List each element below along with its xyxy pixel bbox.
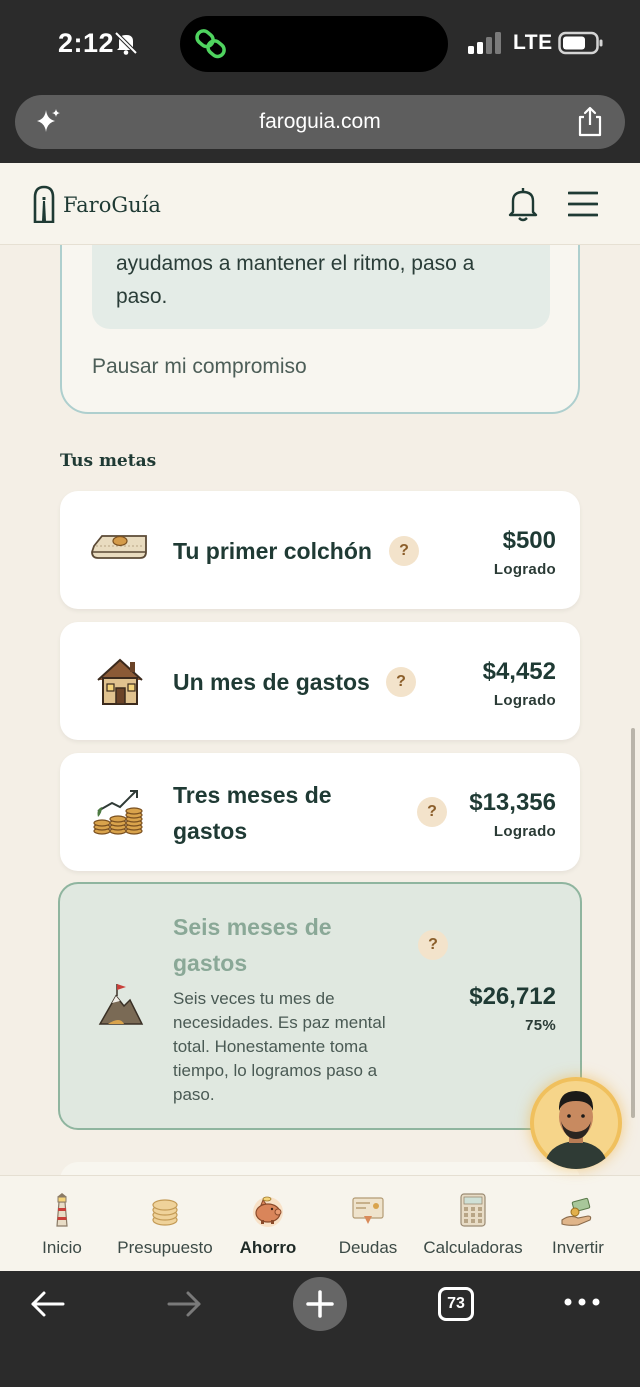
nav-label: Inicio bbox=[42, 1238, 82, 1257]
nav-item-deudas[interactable]: Deudas bbox=[328, 1176, 408, 1272]
dynamic-island bbox=[180, 16, 448, 72]
goal-status: Logrado bbox=[493, 823, 556, 840]
url-text[interactable]: faroguia.com bbox=[15, 110, 625, 134]
coins-stack-icon bbox=[152, 1199, 178, 1226]
nav-item-inicio[interactable]: Inicio bbox=[22, 1176, 102, 1272]
assistant-avatar[interactable] bbox=[530, 1077, 622, 1169]
plus-icon bbox=[306, 1290, 334, 1318]
mattress-icon bbox=[91, 535, 147, 559]
pause-commitment-button[interactable]: Pausar mi compromiso bbox=[92, 355, 307, 379]
signal-icon bbox=[468, 32, 501, 54]
commitment-note-text: ayudamos a mantener el ritmo, paso a pas… bbox=[116, 252, 475, 308]
house-icon bbox=[97, 658, 143, 705]
nav-label: Deudas bbox=[338, 1238, 398, 1257]
bottom-navigation: Inicio Presupuesto Ahorro Deudas Calcula… bbox=[0, 1175, 640, 1271]
new-tab-button[interactable] bbox=[293, 1277, 347, 1331]
help-icon[interactable]: ? bbox=[417, 797, 447, 827]
nav-label: Presupuesto bbox=[117, 1238, 213, 1257]
nav-label: Invertir bbox=[552, 1238, 604, 1257]
money-hand-icon bbox=[561, 1197, 592, 1226]
network-type: LTE bbox=[513, 31, 553, 54]
goal-description: Seis veces tu mes de necesidades. Es paz… bbox=[173, 989, 386, 1104]
tab-count-button[interactable]: 73 bbox=[438, 1287, 474, 1321]
goal-card-six-months[interactable]: Seis meses de gastos ? Seis veces tu mes… bbox=[58, 882, 582, 1130]
nav-item-presupuesto[interactable]: Presupuesto bbox=[110, 1176, 220, 1272]
mountain-flag-icon bbox=[98, 984, 144, 1025]
goal-name: Tres meses de gastos bbox=[173, 782, 332, 844]
battery-icon bbox=[558, 31, 603, 55]
browser-top-bar: faroguia.com bbox=[0, 90, 640, 163]
bill-icon bbox=[352, 1197, 384, 1224]
nav-item-ahorro[interactable]: Ahorro bbox=[228, 1176, 308, 1272]
notification-bell-icon[interactable] bbox=[507, 186, 539, 222]
goal-card-first-cushion[interactable]: Tu primer colchón ? $500 Logrado bbox=[60, 491, 580, 609]
browser-toolbar: 73 bbox=[0, 1271, 640, 1387]
goal-name: Un mes de gastos bbox=[173, 669, 370, 695]
lighthouse-logo-icon[interactable] bbox=[32, 185, 56, 223]
piggy-bank-icon bbox=[253, 1196, 283, 1227]
calculator-icon bbox=[460, 1193, 486, 1227]
goal-name: Tu primer colchón bbox=[173, 538, 372, 564]
coins-growth-icon bbox=[93, 790, 143, 835]
goal-name: Seis meses de gastos bbox=[173, 914, 332, 976]
forward-arrow-icon[interactable] bbox=[166, 1289, 202, 1319]
nav-item-invertir[interactable]: Invertir bbox=[538, 1176, 618, 1272]
goal-progress-percent: 75% bbox=[525, 1017, 556, 1034]
help-icon[interactable]: ? bbox=[386, 667, 416, 697]
goal-amount: $500 bbox=[502, 527, 556, 554]
address-bar[interactable]: faroguia.com bbox=[15, 95, 625, 149]
hamburger-menu-icon[interactable] bbox=[568, 190, 598, 218]
goal-status: Logrado bbox=[493, 692, 556, 709]
status-bar: 2:12 LTE bbox=[0, 0, 640, 90]
nav-label: Calculadoras bbox=[423, 1238, 523, 1257]
site-header: FaroGuía bbox=[0, 163, 640, 245]
back-arrow-icon[interactable] bbox=[30, 1289, 66, 1319]
goal-card-three-months[interactable]: Tres meses de gastos ? $13,356 Logrado bbox=[60, 753, 580, 871]
status-time: 2:12 bbox=[58, 28, 115, 58]
lighthouse-icon bbox=[56, 1193, 68, 1227]
brand-name[interactable]: FaroGuía bbox=[63, 193, 161, 217]
nav-label: Ahorro bbox=[239, 1238, 297, 1257]
bell-muted-icon bbox=[114, 31, 138, 55]
help-icon[interactable]: ? bbox=[389, 536, 419, 566]
scrollbar[interactable] bbox=[631, 728, 635, 1118]
goal-amount: $13,356 bbox=[469, 789, 556, 816]
goal-amount: $26,712 bbox=[469, 983, 556, 1010]
person-avatar-icon bbox=[534, 1081, 618, 1169]
share-icon[interactable] bbox=[575, 105, 605, 137]
link-app-icon bbox=[195, 29, 226, 59]
goal-status: Logrado bbox=[493, 561, 556, 578]
nav-item-calculadoras[interactable]: Calculadoras bbox=[418, 1176, 528, 1272]
goal-amount: $4,452 bbox=[482, 658, 556, 685]
goal-card-one-month[interactable]: Un mes de gastos ? $4,452 Logrado bbox=[60, 622, 580, 740]
goals-heading: Tus metas bbox=[60, 451, 157, 471]
help-icon[interactable]: ? bbox=[418, 930, 448, 960]
more-options-icon[interactable] bbox=[563, 1295, 601, 1309]
